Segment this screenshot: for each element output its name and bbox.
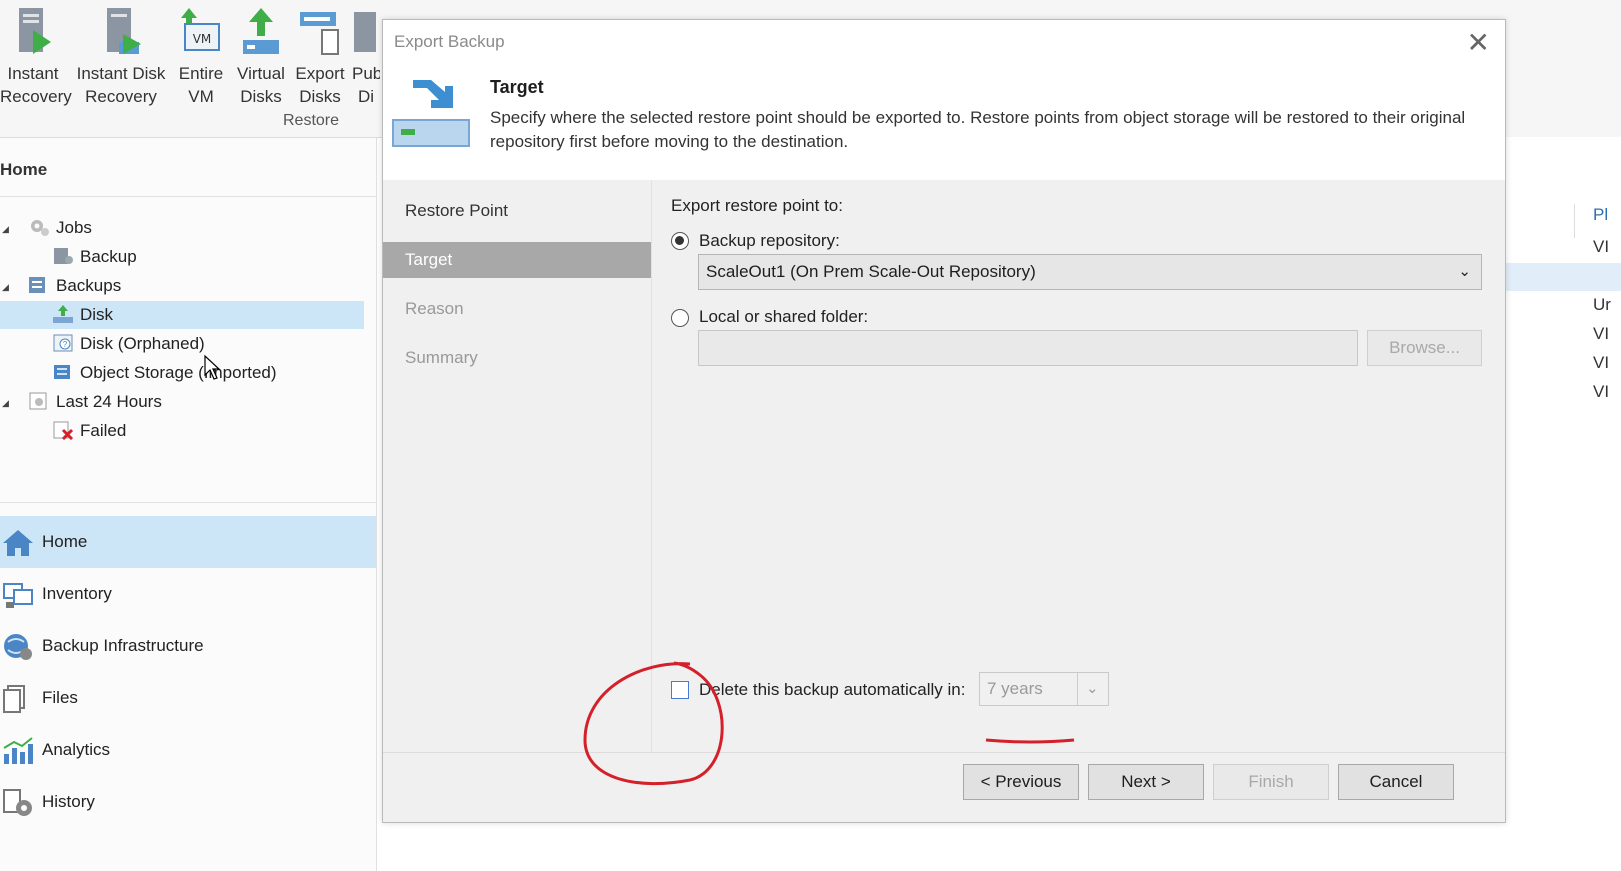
retention-period-select[interactable]: 7 years ⌄	[979, 672, 1109, 706]
entire-vm-button[interactable]: VM Entire VM	[173, 6, 229, 108]
header-description: Specify where the selected restore point…	[490, 108, 1466, 151]
list-item-selected[interactable]	[1500, 263, 1621, 291]
tree-item-jobs[interactable]: Jobs	[28, 214, 92, 242]
tree-item-object-storage[interactable]: Object Storage (Imported)	[52, 359, 277, 387]
section-title-home: Home	[0, 160, 48, 179]
step-reason[interactable]: Reason	[383, 291, 651, 327]
export-disks-icon	[300, 12, 339, 55]
export-to-label: Export restore point to:	[671, 196, 843, 215]
publish-disks-icon	[354, 12, 376, 52]
mouse-cursor-icon	[204, 355, 220, 380]
instant-disk-recovery-button[interactable]: Instant Disk Recovery	[74, 6, 168, 108]
backups-icon	[29, 277, 45, 293]
retention-period-value: 7 years	[987, 679, 1043, 698]
delete-automatically-label: Delete this backup automatically in:	[699, 680, 966, 699]
step-restore-point[interactable]: Restore Point	[383, 193, 651, 229]
ribbon-group-restore: Restore	[283, 112, 340, 129]
backup-repository-radio[interactable]	[671, 232, 689, 250]
tree-expand-backups-icon[interactable]: ◢	[2, 282, 9, 293]
object-storage-icon	[54, 365, 70, 379]
history-icon	[3, 789, 32, 816]
nav-item-inventory[interactable]: Inventory	[0, 568, 376, 620]
navigation-pane: Home ◢ Jobs Backup ◢ Backups Disk ? Disk …	[0, 138, 377, 871]
nav-item-backup-infrastructure[interactable]: Backup Infrastructure	[0, 620, 376, 672]
previous-button[interactable]: < Previous	[963, 764, 1079, 800]
delete-automatically-checkbox[interactable]	[671, 681, 689, 699]
backup-repository-value: ScaleOut1 (On Prem Scale-Out Repository)	[706, 262, 1036, 281]
inventory-icon	[3, 583, 33, 608]
svg-text:?: ?	[63, 340, 68, 349]
list-item[interactable]: Ur	[1593, 295, 1611, 315]
backup-repository-label: Backup repository:	[699, 231, 840, 250]
nav-item-history[interactable]: History	[0, 776, 376, 828]
files-icon	[3, 685, 25, 713]
backup-job-icon	[54, 248, 73, 264]
instant-recovery-icon	[19, 8, 51, 54]
chevron-down-icon: ⌄	[1458, 263, 1471, 280]
virtual-disks-icon	[243, 8, 279, 54]
next-button[interactable]: Next >	[1088, 764, 1204, 800]
tree-expand-last24-icon[interactable]: ◢	[2, 398, 9, 409]
target-settings: Export restore point to: Backup reposito…	[671, 180, 1482, 752]
export-backup-dialog: Export Backup ✕ Target Specify where the…	[382, 19, 1506, 823]
tree-item-backups[interactable]: Backups	[28, 272, 121, 300]
tree-item-last-24-hours[interactable]: Last 24 Hours	[28, 388, 162, 416]
chevron-down-icon: ⌄	[1077, 673, 1108, 705]
failed-icon	[53, 421, 74, 440]
header-title: Target	[490, 77, 544, 97]
step-target[interactable]: Target	[383, 242, 651, 278]
divider	[383, 752, 1505, 753]
export-disks-button[interactable]: Export Disks	[291, 6, 349, 108]
publish-disks-button[interactable]: Pub Di	[352, 6, 380, 108]
browse-button[interactable]: Browse...	[1367, 330, 1482, 366]
svg-text:VM: VM	[193, 32, 212, 46]
local-shared-folder-label: Local or shared folder:	[699, 307, 869, 326]
virtual-disks-button[interactable]: Virtual Disks	[233, 6, 289, 108]
divider	[0, 502, 376, 503]
home-icon	[3, 530, 33, 556]
analytics-icon	[3, 737, 33, 764]
list-item[interactable]: VI	[1593, 237, 1609, 257]
nav-item-home[interactable]: Home	[0, 516, 376, 568]
list-item[interactable]: VI	[1593, 353, 1609, 373]
background-list-panel: Pl VI Ur VI VI VI	[1500, 137, 1621, 871]
nav-item-analytics[interactable]: Analytics	[0, 724, 376, 776]
last-24-hours-icon	[29, 392, 47, 410]
folder-path-input[interactable]	[698, 330, 1358, 366]
divider	[0, 196, 376, 197]
wizard-steps: Restore Point Target Reason Summary	[383, 180, 652, 752]
disk-orphaned-icon: ?	[53, 334, 73, 352]
tree-item-failed[interactable]: Failed	[52, 417, 126, 445]
disk-icon	[53, 305, 73, 323]
cancel-button[interactable]: Cancel	[1338, 764, 1454, 800]
nav-item-files[interactable]: Files	[0, 672, 376, 724]
divider	[1574, 204, 1575, 238]
backup-infrastructure-icon	[4, 634, 32, 660]
finish-button[interactable]: Finish	[1213, 764, 1329, 800]
tree-item-disk[interactable]: Disk	[0, 301, 364, 329]
step-summary[interactable]: Summary	[383, 340, 651, 376]
export-target-icon	[392, 80, 470, 147]
backup-repository-select[interactable]: ScaleOut1 (On Prem Scale-Out Repository)…	[698, 254, 1482, 290]
tree-item-backup[interactable]: Backup	[52, 243, 137, 271]
entire-vm-icon: VM	[181, 8, 220, 51]
list-header[interactable]: Pl	[1593, 205, 1608, 225]
close-icon[interactable]: ✕	[1467, 26, 1490, 59]
instant-recovery-button[interactable]: Instant Recovery	[0, 6, 72, 108]
instant-disk-recovery-icon	[107, 8, 141, 54]
local-shared-folder-radio[interactable]	[671, 309, 689, 327]
dialog-title: Export Backup	[394, 32, 505, 51]
jobs-gear-icon	[31, 220, 49, 236]
dialog-body: Restore Point Target Reason Summary Expo…	[383, 180, 1505, 822]
list-item[interactable]: VI	[1593, 324, 1609, 344]
list-item[interactable]: VI	[1593, 382, 1609, 402]
tree-expand-jobs-icon[interactable]: ◢	[2, 224, 9, 235]
tree-item-disk-orphaned[interactable]: ? Disk (Orphaned)	[52, 330, 205, 358]
